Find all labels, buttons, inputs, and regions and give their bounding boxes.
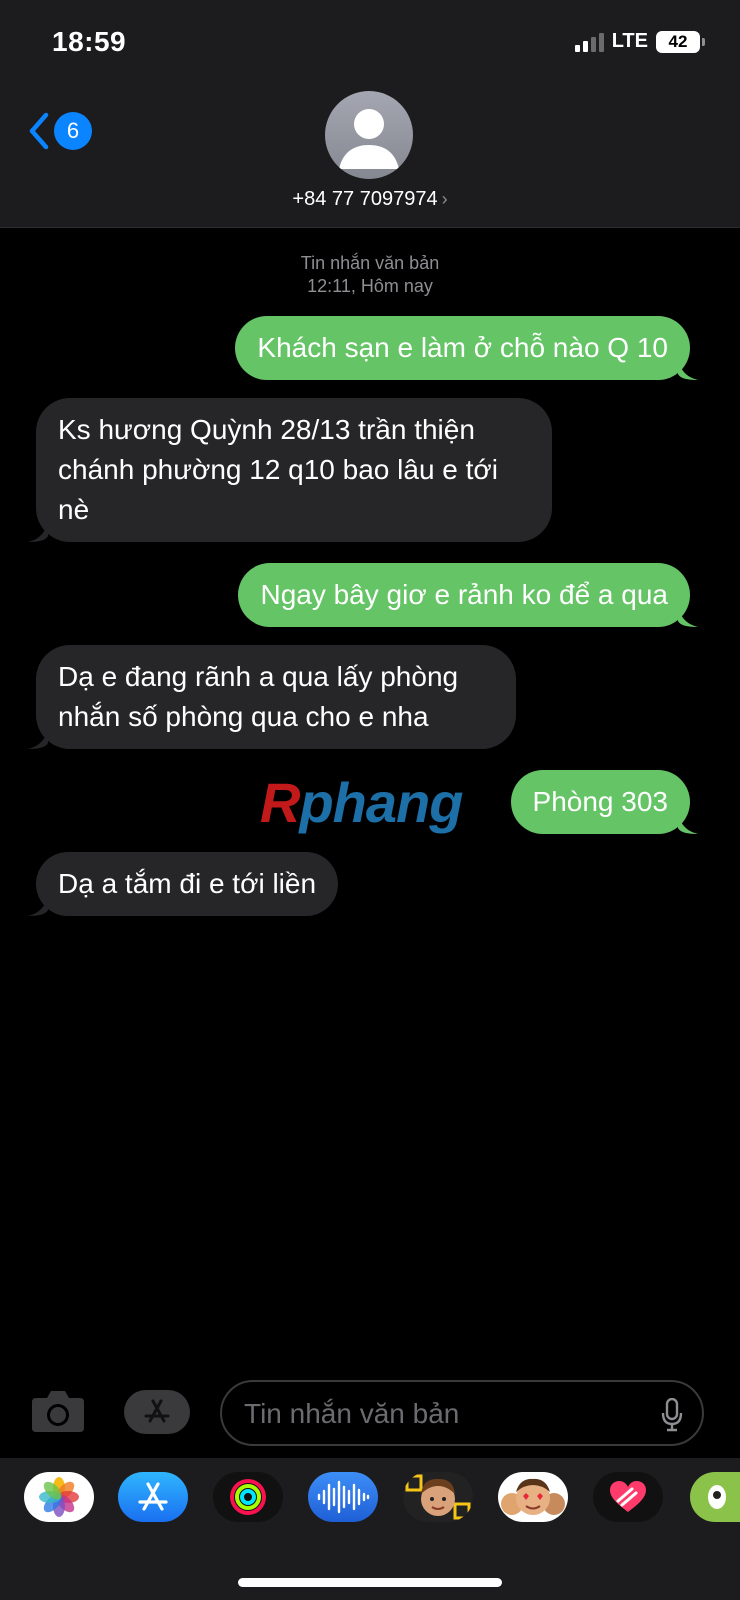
status-time: 18:59 <box>52 26 127 57</box>
message-timestamp: Tin nhắn văn bản 12:11, Hôm nay <box>0 252 740 298</box>
imessage-app-drawer <box>0 1458 740 1600</box>
digital-touch-app-button[interactable] <box>593 1472 663 1522</box>
back-button[interactable]: 6 <box>28 112 92 150</box>
composer-row <box>0 1380 740 1450</box>
battery-icon: 42 <box>656 30 705 53</box>
app-store-icon <box>144 1399 170 1423</box>
contact-phone-number: +84 77 7097974 <box>292 188 438 210</box>
message-bubble-incoming[interactable]: Ks hương Quỳnh 28/13 trần thiện chánh ph… <box>28 398 552 542</box>
message-input[interactable] <box>244 1394 644 1434</box>
audio-waveform-icon <box>317 1480 370 1514</box>
message-text: Dạ e đang rãnh a qua lấy phòng nhắn số p… <box>58 661 459 732</box>
photos-app-icon <box>39 1477 79 1517</box>
message-bubble-incoming[interactable]: Dạ e đang rãnh a qua lấy phòng nhắn số p… <box>28 645 516 749</box>
app-store-button[interactable] <box>124 1390 190 1434</box>
memoji-app-icon <box>405 1474 471 1520</box>
chevron-right-icon: › <box>441 189 448 209</box>
photos-app-button[interactable] <box>24 1472 94 1522</box>
contact-avatar[interactable] <box>325 91 413 179</box>
camera-button[interactable] <box>30 1388 86 1439</box>
network-type: LTE <box>611 30 648 52</box>
message-text: Dạ a tắm đi e tới liền <box>58 868 317 899</box>
audio-message-app-button[interactable] <box>308 1472 378 1522</box>
cellular-signal-icon <box>574 32 604 52</box>
timestamp-type: Tin nhắn văn bản <box>300 253 440 273</box>
more-apps-button[interactable] <box>690 1472 740 1522</box>
dictation-button[interactable] <box>660 1397 684 1437</box>
contact-name-button[interactable]: +84 77 7097974 › <box>0 188 740 211</box>
battery-level: 42 <box>668 31 688 51</box>
message-bubble-outgoing[interactable]: Phòng 303 <box>510 770 698 834</box>
bubble-tail <box>28 727 48 749</box>
app-store-app-icon <box>138 1482 168 1511</box>
home-indicator[interactable] <box>238 1578 502 1587</box>
activity-app-icon <box>230 1479 266 1515</box>
unread-count-badge: 6 <box>54 112 92 150</box>
memoji-stickers-app-button[interactable] <box>498 1472 568 1522</box>
timestamp-time: 12:11, Hôm nay <box>307 276 433 296</box>
message-bubble-outgoing[interactable]: Ngay bây giơ e rảnh ko để a qua <box>238 563 698 627</box>
digital-touch-heart-icon <box>610 1481 646 1512</box>
bubble-tail <box>28 520 48 542</box>
bubble-tail <box>678 605 698 627</box>
message-text: Ngay bây giơ e rảnh ko để a qua <box>260 579 668 610</box>
message-bubble-outgoing[interactable]: Khách sạn e làm ở chỗ nào Q 10 <box>235 316 698 380</box>
app-store-app-button[interactable] <box>118 1472 188 1522</box>
microphone-icon <box>661 1397 683 1432</box>
bubble-tail <box>678 358 698 380</box>
watermark-logo: Rphang <box>260 771 463 834</box>
camera-icon <box>32 1391 84 1432</box>
chevron-left-icon <box>29 112 49 150</box>
message-input-container <box>220 1380 704 1446</box>
message-bubble-incoming[interactable]: Dạ a tắm đi e tới liền <box>28 852 339 916</box>
bubble-tail <box>678 812 698 834</box>
memoji-app-button[interactable] <box>403 1472 473 1522</box>
message-text: Khách sạn e làm ở chỗ nào Q 10 <box>257 332 668 363</box>
conversation-header: 18:59 LTE 42 6 +84 77 7097974 › <box>0 0 740 228</box>
more-app-icon <box>708 1485 726 1509</box>
memoji-stickers-app-icon <box>501 1478 565 1515</box>
message-text: Phòng 303 <box>532 786 668 817</box>
message-text: Ks hương Quỳnh 28/13 trần thiện chánh ph… <box>58 414 499 525</box>
status-indicators: LTE 42 <box>574 30 705 53</box>
person-icon <box>339 109 399 169</box>
activity-app-button[interactable] <box>213 1472 283 1522</box>
bubble-tail <box>28 894 48 916</box>
